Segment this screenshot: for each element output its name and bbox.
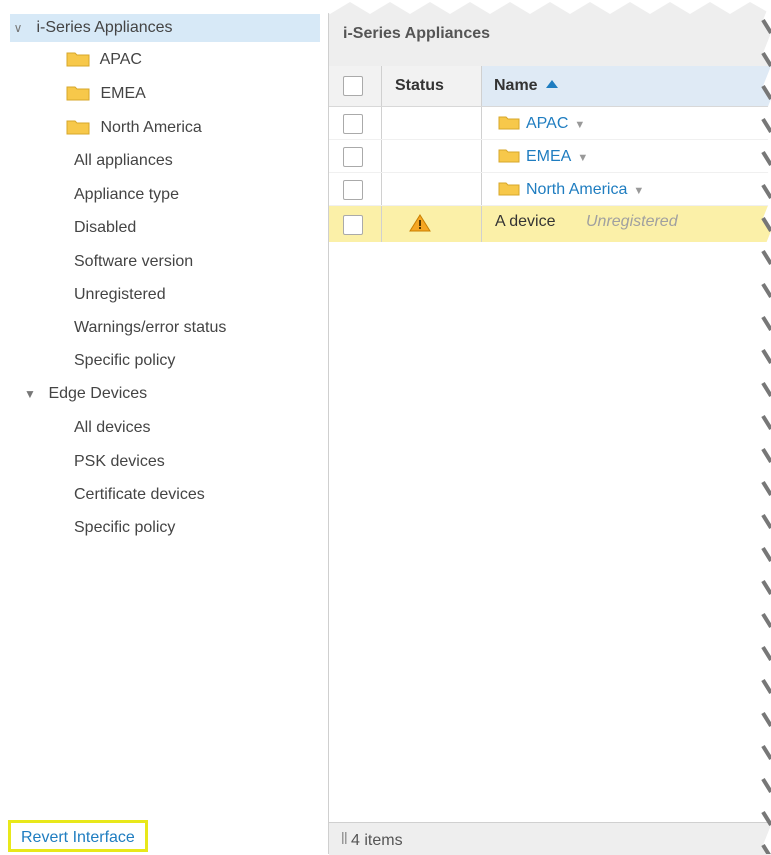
filter-all-devices[interactable]: All devices bbox=[74, 414, 150, 442]
chevron-down-icon[interactable]: ∨ bbox=[10, 14, 26, 42]
tree-root-label: i-Series Appliances bbox=[36, 19, 173, 36]
filter-warnings-error-status[interactable]: Warnings/error status bbox=[74, 314, 226, 342]
status-header-label: Status bbox=[395, 77, 444, 94]
folder-icon bbox=[498, 116, 520, 130]
header-name[interactable]: Name bbox=[482, 66, 771, 106]
row-checkbox[interactable] bbox=[343, 180, 363, 200]
folder-icon bbox=[66, 86, 90, 101]
header-status[interactable]: Status bbox=[381, 66, 482, 106]
row-status-cell bbox=[381, 173, 482, 206]
tree-edge-devices[interactable]: ▼ Edge Devices bbox=[22, 380, 147, 408]
row-status-cell bbox=[381, 140, 482, 173]
item-count: 4 items bbox=[351, 832, 403, 849]
table-row-device[interactable]: A device Unregistered bbox=[329, 206, 771, 242]
revert-interface-link[interactable]: Revert Interface bbox=[8, 820, 148, 852]
select-all-checkbox[interactable] bbox=[343, 76, 363, 96]
device-state: Unregistered bbox=[586, 213, 678, 230]
table-row[interactable]: EMEA ▼ bbox=[329, 140, 771, 173]
name-header-label: Name bbox=[494, 77, 558, 95]
row-check-cell bbox=[329, 173, 382, 206]
chevron-down-icon[interactable]: ▼ bbox=[633, 185, 644, 197]
row-name-link[interactable]: APAC ▼ bbox=[498, 114, 585, 133]
folder-label: North America bbox=[100, 119, 202, 136]
filter-all-appliances[interactable]: All appliances bbox=[74, 147, 173, 175]
row-check-cell bbox=[329, 107, 382, 140]
filter-disabled[interactable]: Disabled bbox=[74, 214, 136, 242]
row-checkbox[interactable] bbox=[343, 147, 363, 167]
row-status-cell bbox=[381, 107, 482, 140]
row-status-cell bbox=[381, 206, 482, 242]
triangle-down-icon[interactable]: ▼ bbox=[22, 380, 38, 408]
tree-folder-emea[interactable]: EMEA bbox=[66, 80, 146, 108]
chevron-down-icon[interactable]: ▼ bbox=[577, 152, 588, 164]
sidebar: ∨ i-Series Appliances APAC EMEA North Am… bbox=[0, 0, 329, 854]
row-name-cell: A device Unregistered bbox=[482, 206, 771, 242]
row-name-link[interactable]: North America ▼ bbox=[498, 180, 644, 199]
row-name-text: North America bbox=[526, 181, 628, 198]
row-name-cell: North America ▼ bbox=[482, 173, 771, 206]
filter-software-version[interactable]: Software version bbox=[74, 248, 193, 276]
folder-label: APAC bbox=[99, 51, 142, 68]
filter-psk-devices[interactable]: PSK devices bbox=[74, 448, 165, 476]
grid-header: Status Name bbox=[329, 66, 771, 107]
panel-header: i-Series Appliances bbox=[329, 0, 771, 67]
tree-folder-apac[interactable]: APAC bbox=[66, 46, 142, 74]
name-header-text: Name bbox=[494, 77, 538, 94]
filter-edge-specific-policy[interactable]: Specific policy bbox=[74, 514, 175, 542]
table-row[interactable]: North America ▼ bbox=[329, 173, 771, 206]
row-check-cell bbox=[329, 140, 382, 173]
row-name-cell: EMEA ▼ bbox=[482, 140, 771, 173]
chevron-down-icon[interactable]: ▼ bbox=[574, 119, 585, 131]
row-check-cell bbox=[329, 206, 382, 242]
folder-icon bbox=[66, 120, 90, 135]
sort-ascending-icon bbox=[545, 80, 558, 88]
header-select-all[interactable] bbox=[329, 66, 382, 106]
folder-icon bbox=[66, 52, 90, 67]
filter-appliance-type[interactable]: Appliance type bbox=[74, 181, 179, 209]
tree-folder-north-america[interactable]: North America bbox=[66, 114, 202, 142]
folder-icon bbox=[498, 182, 520, 196]
row-name-text: APAC bbox=[526, 115, 569, 132]
row-checkbox[interactable] bbox=[343, 114, 363, 134]
filter-specific-policy[interactable]: Specific policy bbox=[74, 347, 175, 375]
panel-title: i-Series Appliances bbox=[343, 25, 491, 42]
warning-icon bbox=[409, 214, 431, 232]
table-row[interactable]: APAC ▼ bbox=[329, 107, 771, 140]
folder-label: EMEA bbox=[100, 85, 146, 102]
main-panel: i-Series Appliances Status Name APAC ▼ E… bbox=[329, 0, 771, 855]
row-name-text: EMEA bbox=[526, 148, 572, 165]
filter-unregistered[interactable]: Unregistered bbox=[74, 281, 166, 309]
device-name[interactable]: A device bbox=[495, 213, 555, 231]
row-checkbox[interactable] bbox=[343, 215, 363, 235]
filter-certificate-devices[interactable]: Certificate devices bbox=[74, 481, 205, 509]
tree-edge-label: Edge Devices bbox=[48, 385, 148, 402]
grid-footer: 4 items bbox=[329, 822, 771, 855]
row-name-link[interactable]: EMEA ▼ bbox=[498, 147, 588, 166]
row-name-cell: APAC ▼ bbox=[482, 107, 771, 140]
resize-grip-icon[interactable] bbox=[341, 831, 349, 845]
tree-root-iseries[interactable]: ∨ i-Series Appliances bbox=[10, 14, 320, 42]
folder-icon bbox=[498, 149, 520, 163]
